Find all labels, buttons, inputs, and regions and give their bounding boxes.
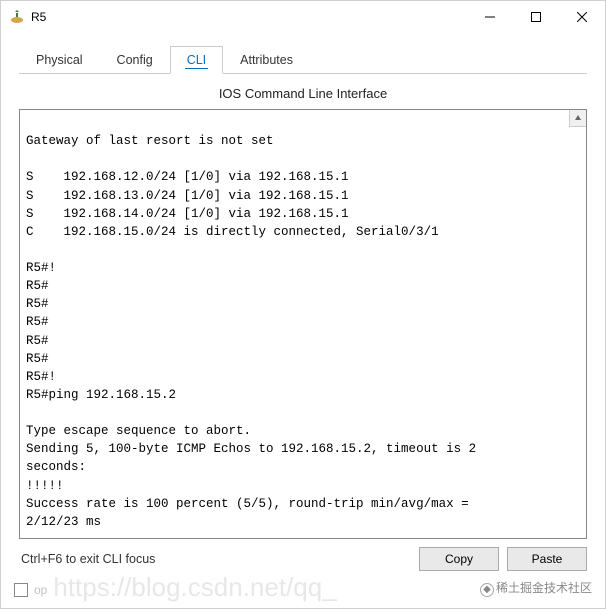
watermark-icon: ◆: [480, 583, 494, 597]
checkbox-icon: [14, 583, 28, 597]
tabs-bar: PhysicalConfigCLIAttributes: [19, 45, 587, 73]
scroll-up-button[interactable]: [569, 110, 586, 127]
titlebar: R5: [1, 1, 605, 33]
cli-heading: IOS Command Line Interface: [19, 74, 587, 109]
terminal-container: Gateway of last resort is not set S 192.…: [19, 109, 587, 539]
tab-physical[interactable]: Physical: [19, 46, 100, 74]
window-title: R5: [31, 10, 467, 24]
window-controls: [467, 1, 605, 33]
tab-attributes[interactable]: Attributes: [223, 46, 310, 74]
focus-hint: Ctrl+F6 to exit CLI focus: [19, 552, 411, 566]
close-button[interactable]: [559, 1, 605, 33]
app-window: R5 PhysicalConfigCLIAttributes IOS Comma…: [0, 0, 606, 609]
footer-small-label: op: [34, 583, 47, 597]
footer-overlay: op https://blog.csdn.net/qq_ ◆稀土掘金技术社区: [0, 572, 606, 603]
paste-button[interactable]: Paste: [507, 547, 587, 571]
bottom-bar: Ctrl+F6 to exit CLI focus Copy Paste: [19, 539, 587, 574]
ghost-url: https://blog.csdn.net/qq_: [53, 572, 480, 603]
watermark: ◆稀土掘金技术社区: [480, 579, 592, 597]
terminal[interactable]: Gateway of last resort is not set S 192.…: [20, 110, 586, 538]
router-icon: [9, 9, 25, 25]
tab-cli[interactable]: CLI: [170, 46, 223, 74]
content-area: PhysicalConfigCLIAttributes IOS Command …: [1, 33, 605, 574]
tab-config[interactable]: Config: [100, 46, 170, 74]
copy-button[interactable]: Copy: [419, 547, 499, 571]
maximize-button[interactable]: [513, 1, 559, 33]
minimize-button[interactable]: [467, 1, 513, 33]
terminal-output: Gateway of last resort is not set S 192.…: [26, 134, 476, 538]
watermark-text: 稀土掘金技术社区: [496, 581, 592, 595]
